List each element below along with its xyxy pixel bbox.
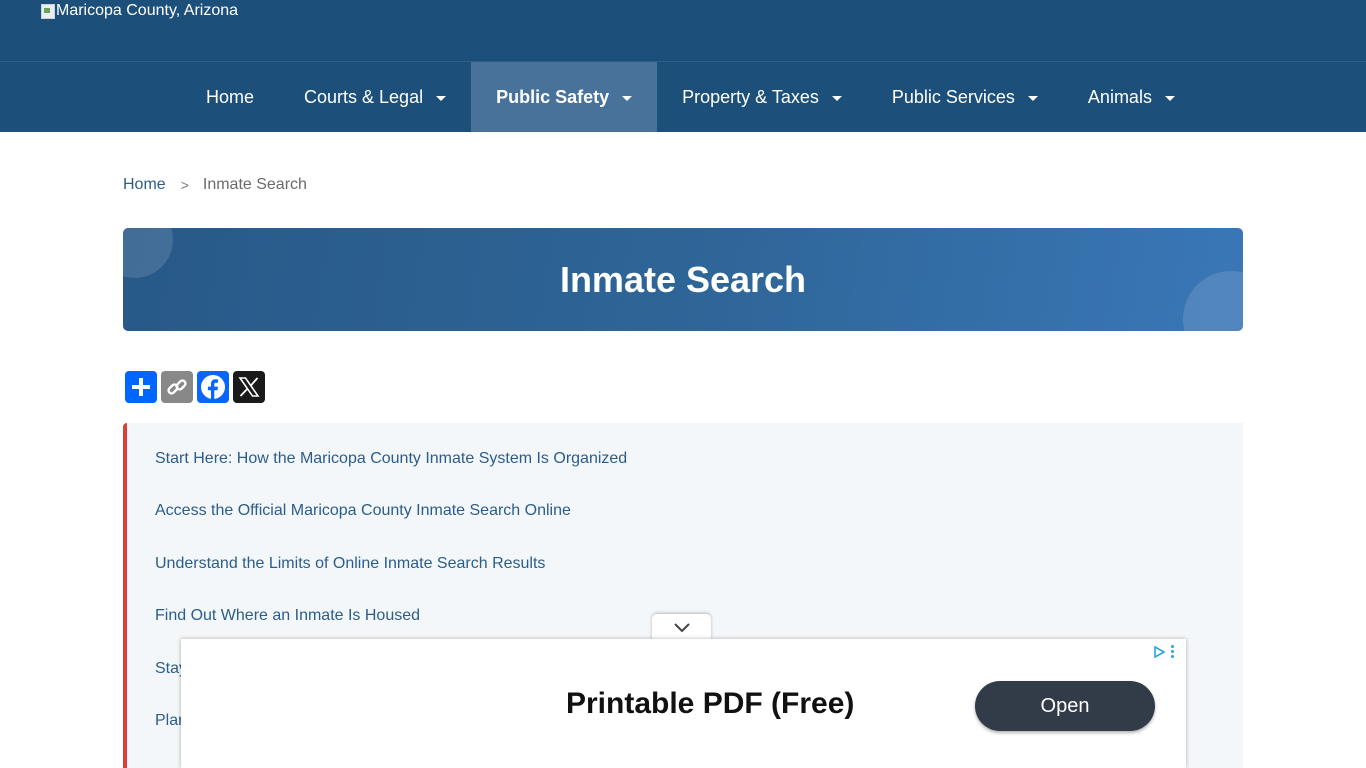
toc-link[interactable]: Access the Official Maricopa County Inma…: [155, 502, 571, 520]
nav-item-courts-legal[interactable]: Courts & Legal: [279, 62, 471, 132]
ad-collapse-button[interactable]: [652, 614, 711, 641]
link-icon: [167, 379, 187, 395]
nav-item-label: Property & Taxes: [682, 86, 819, 107]
share-add-button[interactable]: [125, 371, 157, 403]
breadcrumb-current: Inmate Search: [202, 176, 307, 193]
ad-headline[interactable]: Printable PDF (Free): [566, 687, 854, 721]
toc-link[interactable]: Find Out Where an Inmate Is Housed: [155, 607, 420, 625]
page-banner: Inmate Search: [123, 228, 1243, 331]
toc-link[interactable]: Start Here: How the Maricopa County Inma…: [155, 450, 627, 468]
site-logo[interactable]: Maricopa County, Arizona: [40, 2, 238, 20]
ad-play-icon: [1154, 645, 1165, 658]
nav-item-property-taxes[interactable]: Property & Taxes: [657, 62, 867, 132]
facebook-share-button[interactable]: [197, 371, 229, 403]
ad-menu-icon: [1171, 645, 1174, 658]
breadcrumb-home-link[interactable]: Home: [123, 176, 166, 194]
ad-choices[interactable]: [1153, 645, 1174, 658]
nav-item-animals[interactable]: Animals: [1063, 62, 1200, 132]
nav-item-public-services[interactable]: Public Services: [867, 62, 1063, 132]
copy-link-button[interactable]: [161, 371, 193, 403]
caret-down-icon: [1164, 95, 1175, 101]
ad-open-button[interactable]: Open: [975, 681, 1155, 731]
ad-banner: Printable PDF (Free) Open: [181, 639, 1186, 768]
chevron-down-icon: [673, 622, 690, 632]
breadcrumb-separator: >: [180, 177, 189, 193]
broken-image-icon: [40, 3, 56, 19]
facebook-icon: [201, 375, 225, 400]
toc-link[interactable]: Understand the Limits of Online Inmate S…: [155, 555, 545, 573]
caret-down-icon: [1027, 95, 1038, 101]
main-navigation: Home Courts & Legal Public Safety Proper…: [0, 61, 1366, 132]
caret-down-icon: [622, 95, 633, 101]
nav-item-label: Public Services: [891, 86, 1015, 107]
nav-item-label: Public Safety: [496, 86, 610, 107]
x-share-button[interactable]: [233, 371, 265, 403]
x-icon: [238, 377, 260, 397]
nav-item-label: Home: [206, 86, 255, 107]
logo-alt-text: Maricopa County, Arizona: [56, 2, 239, 19]
page-title: Inmate Search: [559, 259, 807, 300]
caret-down-icon: [436, 95, 447, 101]
nav-item-public-safety[interactable]: Public Safety: [471, 62, 658, 132]
site-header: Maricopa County, Arizona: [0, 0, 1366, 61]
nav-item-label: Animals: [1087, 86, 1152, 107]
plus-icon: [132, 378, 150, 396]
caret-down-icon: [831, 95, 842, 101]
share-buttons: [125, 371, 265, 403]
nav-item-home[interactable]: Home: [181, 62, 279, 132]
nav-item-label: Courts & Legal: [304, 86, 424, 107]
breadcrumb: Home > Inmate Search: [123, 176, 307, 194]
